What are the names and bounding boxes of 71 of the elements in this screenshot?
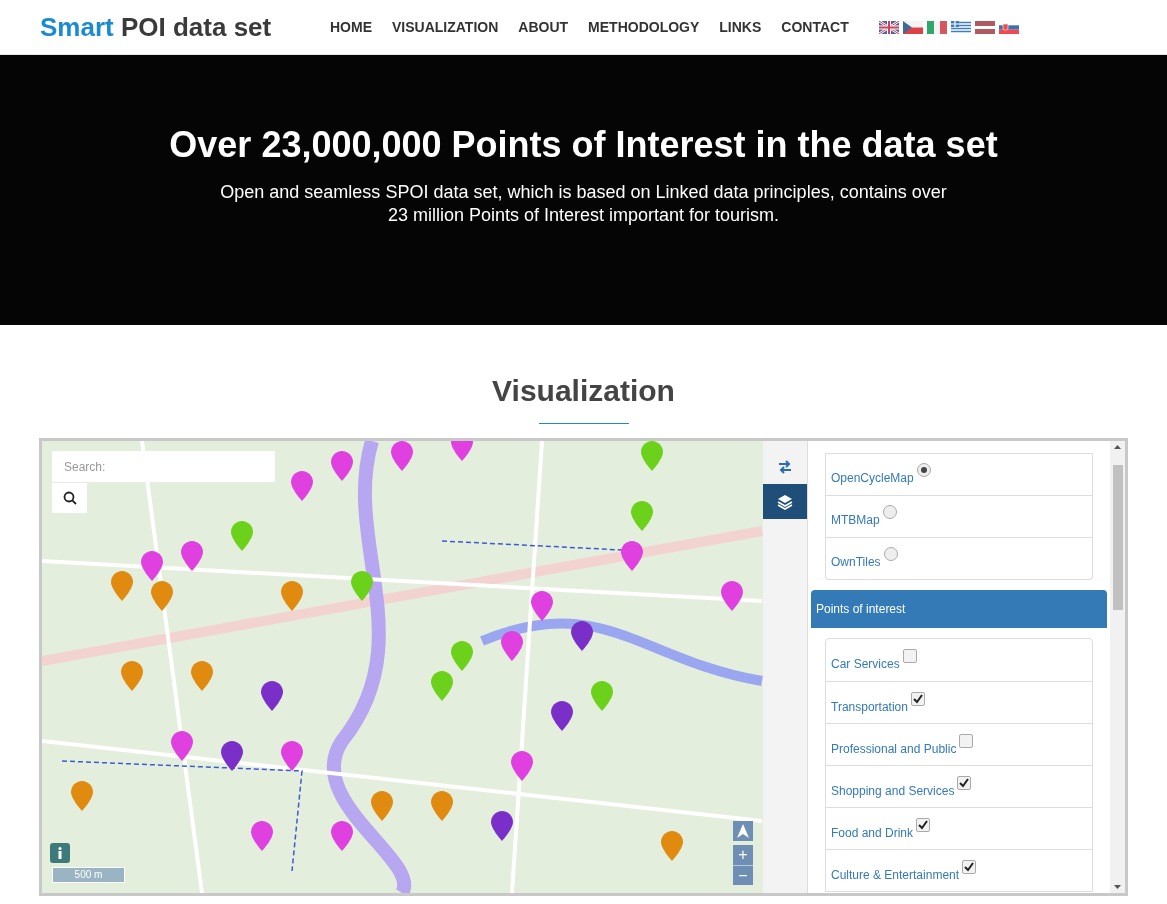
category-label[interactable]: Transportation [831, 698, 908, 716]
category-label[interactable]: Shopping and Services [831, 782, 955, 800]
layer-label[interactable]: MTBMap [831, 511, 880, 529]
map-pin-icon[interactable] [331, 451, 353, 481]
map-pin-icon[interactable] [291, 471, 313, 501]
scrollbar[interactable] [1110, 441, 1125, 893]
map-pin-icon[interactable] [621, 541, 643, 571]
map-pin-icon[interactable] [511, 751, 533, 781]
info-icon [57, 847, 63, 859]
map-pin-icon[interactable] [171, 731, 193, 761]
nav-link[interactable]: ABOUT [518, 16, 569, 38]
map-pin-icon[interactable] [721, 581, 743, 611]
section-title: Visualization [492, 373, 675, 409]
hero-title: Over 23,000,000 Points of Interest in the data set [169, 123, 998, 167]
sidebar-tab[interactable] [763, 484, 807, 519]
search-icon [62, 491, 77, 505]
flag-icon[interactable] [926, 20, 947, 34]
map-pin-icon[interactable] [221, 741, 243, 771]
search-field[interactable]: Search: [52, 451, 275, 482]
north-arrow-button[interactable] [733, 821, 753, 841]
hero-subtitle: Open and seamless SPOI data set, which is based on Linked data principles, contains over 23 million Points of Interest important for tourism. [219, 181, 948, 227]
checkbox[interactable] [957, 776, 972, 790]
info-button[interactable] [50, 843, 70, 863]
scroll-down-icon [1114, 885, 1121, 889]
layers-icon [777, 493, 793, 510]
map-pin-icon[interactable] [451, 441, 473, 461]
checkbox[interactable] [916, 818, 931, 832]
nav-link[interactable]: CONTACT [781, 16, 849, 38]
nav-link[interactable]: LINKS [719, 16, 762, 38]
category-label[interactable]: Food and Drink [831, 824, 914, 842]
category-label[interactable]: Professional and Public [831, 740, 957, 758]
flag-icon[interactable] [902, 20, 923, 34]
map-pin-icon[interactable] [331, 821, 353, 851]
map-pin-icon[interactable] [281, 741, 303, 771]
map-pin-icon[interactable] [141, 551, 163, 581]
map-pin-icon[interactable] [491, 811, 513, 841]
map-pin-icon[interactable] [531, 591, 553, 621]
category-label[interactable]: Culture & Entertainment [831, 866, 960, 884]
flag-icon[interactable] [950, 20, 971, 34]
nav-link[interactable]: HOME [330, 16, 372, 38]
flag-icon[interactable] [974, 20, 995, 34]
panel-header: Points of interest [811, 590, 1107, 628]
layer-label[interactable]: OpenCycleMap [831, 469, 914, 487]
scroll-up-icon [1114, 445, 1121, 449]
radio-button[interactable] [883, 547, 898, 561]
zoom-out-button[interactable]: − [733, 865, 753, 885]
search-button[interactable] [52, 482, 87, 513]
nav-link[interactable]: METHODOLOGY [588, 16, 700, 38]
site-logo[interactable]: Smart POI data set [40, 7, 330, 47]
map-pin-icon[interactable] [261, 681, 283, 711]
radio-button[interactable] [916, 463, 931, 477]
checkbox[interactable] [910, 692, 925, 706]
map-pin-icon[interactable] [391, 441, 413, 471]
nav-link[interactable]: VISUALIZATION [392, 16, 499, 38]
checkbox[interactable] [959, 734, 974, 748]
scrollbar-thumb[interactable] [1112, 464, 1123, 610]
map-pin-icon[interactable] [551, 701, 573, 731]
checkbox[interactable] [902, 649, 917, 663]
scale-bar: 500 m [52, 867, 125, 883]
map-pin-icon[interactable] [251, 821, 273, 851]
north-arrow-icon [737, 824, 749, 838]
map-pin-icon[interactable] [571, 621, 593, 651]
radio-button[interactable] [882, 505, 897, 519]
flag-icon[interactable] [878, 20, 899, 34]
swap-arrows-icon [777, 459, 793, 474]
layer-label[interactable]: OwnTiles [831, 553, 881, 571]
map-pin-icon[interactable] [501, 631, 523, 661]
checkbox[interactable] [962, 860, 977, 874]
zoom-in-button[interactable]: + [733, 845, 753, 865]
map-pin-icon[interactable] [181, 541, 203, 571]
category-label[interactable]: Car Services [831, 655, 900, 673]
